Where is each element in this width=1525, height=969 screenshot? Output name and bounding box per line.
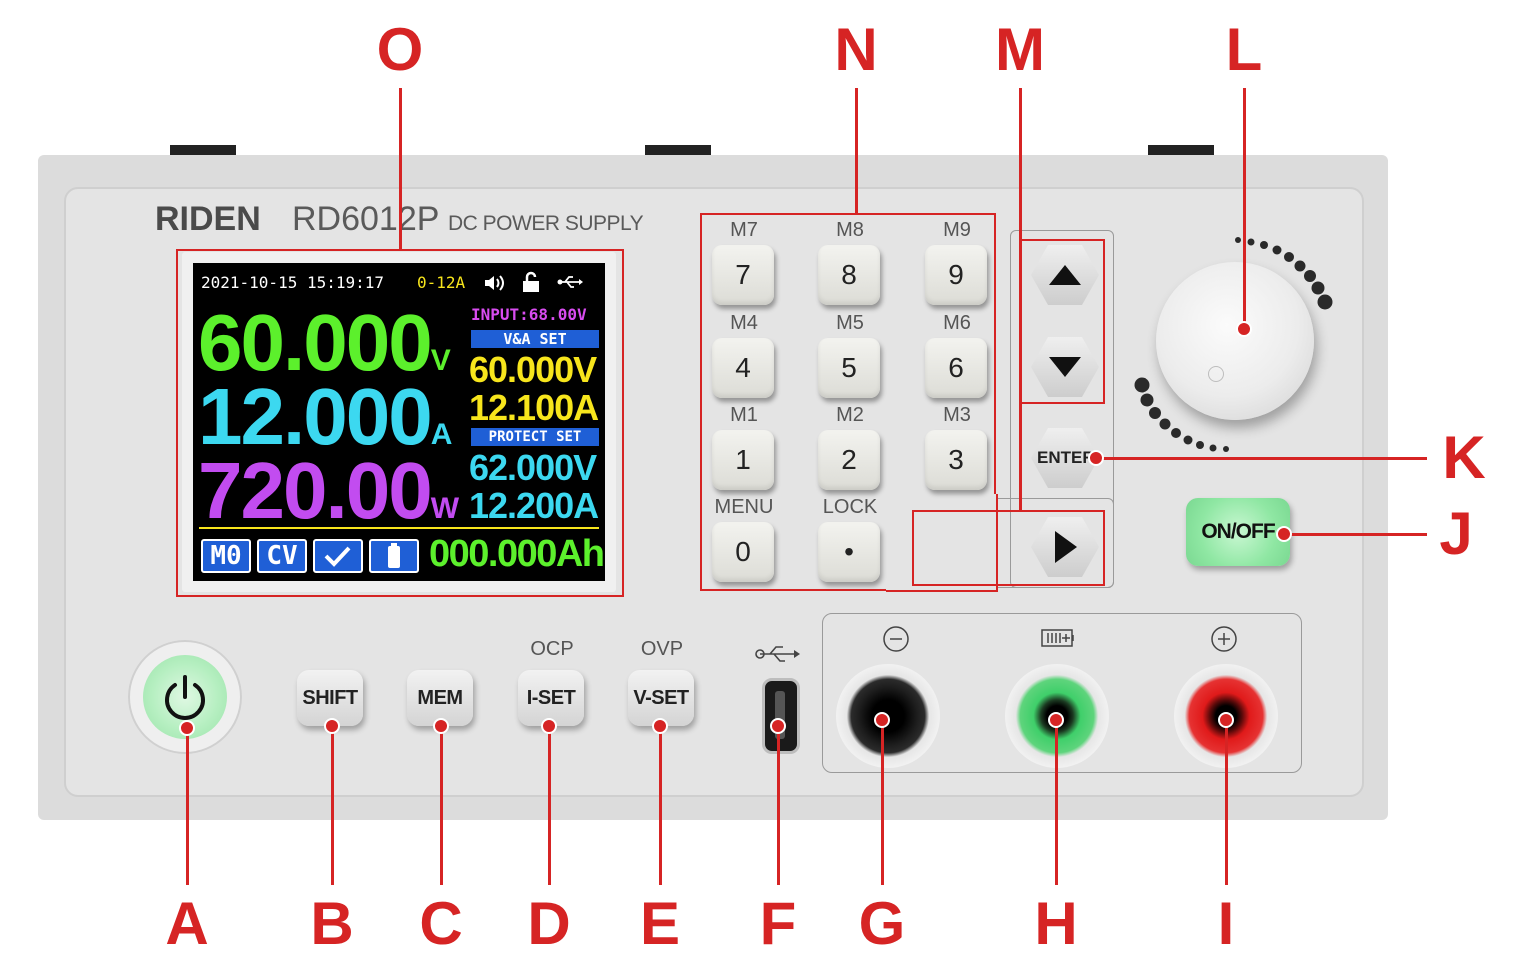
key-9[interactable]: 9: [925, 245, 987, 305]
key-label-m9: M9: [943, 219, 971, 241]
callout-line-j: [1283, 533, 1427, 536]
onoff-label: ON/OFF: [1201, 520, 1275, 543]
display-callout-box: [176, 249, 624, 597]
key-label-m1: M1: [730, 404, 758, 426]
callout-line-e: [659, 725, 662, 885]
callout-letter-g: G: [858, 890, 906, 957]
callout-dot-a: [179, 720, 195, 736]
callout-letter-h: H: [1034, 890, 1078, 957]
callout-letter-f: F: [759, 890, 797, 957]
usb-port-icon: [755, 646, 800, 662]
key-5[interactable]: 5: [818, 338, 880, 398]
key-8[interactable]: 8: [818, 245, 880, 305]
callout-line-b: [331, 725, 334, 885]
key-label-m8: M8: [836, 219, 864, 241]
callout-letter-o: O: [376, 16, 424, 83]
callout-line-f: [777, 727, 780, 885]
callout-dot-h: [1048, 712, 1064, 728]
leftright-callout-box: [912, 510, 1105, 586]
key-label-lock: LOCK: [822, 496, 878, 518]
key-label-m5: M5: [836, 312, 864, 334]
callout-dot-k: [1088, 450, 1104, 466]
ocp-label: OCP: [530, 638, 574, 660]
key-7[interactable]: 7: [712, 245, 774, 305]
rotary-encoder-knob[interactable]: [1156, 262, 1314, 420]
callout-letter-e: E: [639, 890, 681, 957]
model-label: RD6012P: [292, 200, 440, 238]
battery-terminal-icon: [1041, 629, 1074, 647]
callout-line-c: [440, 725, 443, 885]
key-label-menu: MENU: [714, 496, 774, 518]
callout-dot-j: [1276, 526, 1292, 542]
key-1[interactable]: 1: [712, 430, 774, 490]
callout-letter-d: D: [527, 890, 571, 957]
callout-letter-j: J: [1439, 500, 1473, 567]
plus-circle-icon: [1211, 626, 1237, 652]
callout-line-k: [1095, 457, 1427, 460]
callout-line-l: [1243, 88, 1246, 328]
usb-port[interactable]: [762, 678, 800, 754]
callout-dot-i: [1218, 712, 1234, 728]
callout-dot-l: [1236, 321, 1252, 337]
key-dot[interactable]: •: [818, 522, 880, 582]
callout-letter-l: L: [1225, 16, 1263, 83]
updown-callout-box: [1020, 239, 1105, 404]
knob-detent: [1208, 366, 1224, 382]
callout-line-d: [548, 725, 551, 885]
callout-line-m: [1019, 88, 1022, 510]
key-label-m6: M6: [943, 312, 971, 334]
callout-dot-f: [770, 718, 786, 734]
brand-label: RIDEN: [155, 200, 261, 238]
callout-letter-c: C: [419, 890, 463, 957]
key-label-m7: M7: [730, 219, 758, 241]
minus-circle-icon: [883, 626, 909, 652]
key-label-m2: M2: [836, 404, 864, 426]
ovp-label: OVP: [640, 638, 684, 660]
callout-line-i: [1225, 720, 1228, 885]
enter-label: ENTER: [1037, 448, 1095, 467]
callout-letter-a: A: [165, 890, 209, 957]
output-onoff-button[interactable]: ON/OFF: [1186, 498, 1290, 566]
callout-line-o: [399, 88, 402, 250]
callout-line-h: [1055, 720, 1058, 885]
callout-letter-k: K: [1442, 424, 1486, 491]
callout-line-a: [186, 727, 189, 885]
key-label-m3: M3: [943, 404, 971, 426]
callout-dot-c: [433, 718, 449, 734]
callout-dot-d: [541, 718, 557, 734]
callout-dot-g: [874, 712, 890, 728]
callout-dot-b: [324, 718, 340, 734]
key-6[interactable]: 6: [925, 338, 987, 398]
callout-dot-e: [652, 718, 668, 734]
callout-letter-m: M: [995, 16, 1045, 83]
key-4[interactable]: 4: [712, 338, 774, 398]
subtitle-label: DC POWER SUPPLY: [448, 212, 644, 235]
callout-letter-i: I: [1217, 890, 1235, 957]
key-0[interactable]: 0: [712, 522, 774, 582]
key-3[interactable]: 3: [925, 430, 987, 490]
key-2[interactable]: 2: [818, 430, 880, 490]
callout-line-g: [881, 720, 884, 885]
callout-letter-b: B: [310, 890, 354, 957]
key-label-m4: M4: [730, 312, 758, 334]
callout-line-n: [855, 88, 858, 214]
callout-letter-n: N: [834, 16, 878, 83]
